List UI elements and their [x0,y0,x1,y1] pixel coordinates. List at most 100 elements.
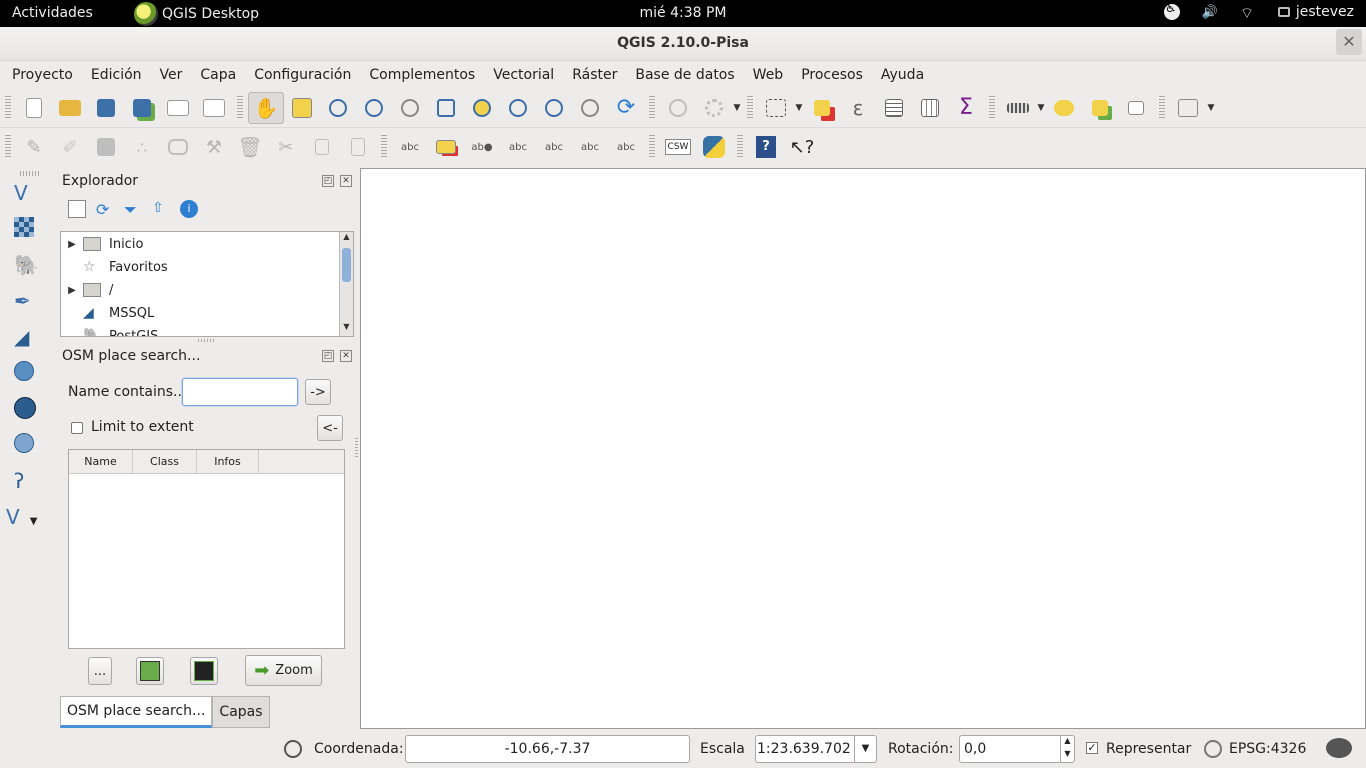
expand-icon[interactable]: ▶ [61,285,83,296]
highlight-label-button[interactable] [428,131,464,163]
menu-raster[interactable]: Ráster [563,67,626,83]
add-wfs-layer-button[interactable] [14,433,44,463]
close-panel-icon[interactable]: ✕ [340,350,352,362]
close-panel-icon[interactable]: ✕ [340,175,352,187]
rotation-spinbox[interactable]: 0,0 ▲ ▼ [959,735,1075,763]
zoom-out-button[interactable] [356,92,392,124]
chevron-down-icon[interactable]: ▼ [30,516,38,527]
run-action-dropdown-icon[interactable]: ▼ [732,103,742,113]
accessibility-icon[interactable] [1163,1,1180,20]
tab-osm-place-search[interactable]: OSM place search... [60,696,213,728]
name-contains-input[interactable] [182,378,298,406]
toolbar-grip[interactable] [649,95,655,120]
map-canvas[interactable] [360,168,1366,729]
scroll-thumb[interactable] [342,248,351,282]
field-calculator-button[interactable] [912,92,948,124]
paste-features-button[interactable] [340,131,376,163]
add-selected-layers-icon[interactable] [68,200,86,218]
whats-this-button[interactable]: ↖? [784,131,820,163]
cut-features-button[interactable]: ✂ [268,131,304,163]
tree-item-root[interactable]: ▶ / [61,279,337,301]
python-console-button[interactable] [696,131,732,163]
zoom-to-layer-button[interactable] [500,92,536,124]
label-button[interactable]: abc [392,131,428,163]
add-vector-layer-button[interactable]: V [14,181,44,211]
refresh-icon[interactable]: ⟳ [96,200,114,219]
menu-ayuda[interactable]: Ayuda [872,67,933,83]
menu-base-de-datos[interactable]: Base de datos [626,67,743,83]
crs-globe-icon[interactable] [1204,740,1222,758]
back-button[interactable]: <- [317,415,343,441]
column-name[interactable]: Name [69,450,133,473]
help-contents-button[interactable]: ? [748,131,784,163]
column-infos[interactable]: Infos [197,450,259,473]
toolbar-grip[interactable] [5,135,11,159]
zoom-button[interactable]: ➡ Zoom [245,655,322,686]
move-feature-button[interactable] [160,131,196,163]
new-bookmark-button[interactable] [1082,92,1118,124]
zoom-last-button[interactable] [536,92,572,124]
identify-button[interactable] [660,92,696,124]
deselect-button[interactable] [804,92,840,124]
expression-select-button[interactable]: ε [840,92,876,124]
render-checkbox[interactable]: ✓ [1086,742,1098,754]
zoom-to-selection-button[interactable] [464,92,500,124]
save-project-button[interactable] [88,92,124,124]
pan-button[interactable]: ✋ [248,91,284,124]
node-tool-button[interactable]: ⚒ [196,131,232,163]
new-project-button[interactable] [16,92,52,124]
menu-complementos[interactable]: Complementos [360,67,484,83]
toolbar-grip[interactable] [989,95,995,120]
add-spatialite-layer-button[interactable]: ✒ [14,289,44,319]
add-postgis-layer-button[interactable]: 🐘 [14,253,44,283]
toolbar-grip[interactable] [20,171,40,176]
clock[interactable]: mié 4:38 PM [0,5,1366,21]
zoom-full-button[interactable] [428,92,464,124]
spin-down-icon[interactable]: ▼ [1060,749,1074,762]
spin-up-icon[interactable]: ▲ [1060,736,1074,749]
toolbar-grip[interactable] [237,95,243,120]
run-action-button[interactable] [696,92,732,124]
messages-icon[interactable] [1326,738,1352,758]
add-feature-button[interactable]: ∴ [124,131,160,163]
measure-button[interactable] [1000,92,1036,124]
toolbar-grip[interactable] [381,135,387,159]
wifi-icon[interactable] [1240,4,1256,20]
tree-item-favoritos[interactable]: ☆ Favoritos [61,256,337,278]
scroll-down-icon[interactable]: ▼ [340,322,353,336]
tree-item-postgis[interactable]: 🐘 PostGIS [61,325,337,337]
annotation-dropdown-icon[interactable]: ▼ [1206,103,1216,113]
toolbar-grip[interactable] [1159,95,1165,120]
zoom-next-button[interactable] [572,92,608,124]
more-options-button[interactable]: ... [88,657,112,685]
search-go-button[interactable]: -> [305,379,331,405]
add-mssql-layer-button[interactable]: ◢ [14,325,44,355]
add-map-layer-button[interactable] [190,657,218,685]
chevron-down-icon[interactable]: ▼ [854,736,876,762]
new-shapefile-layer-button[interactable]: V ▼ [6,505,38,535]
volume-icon[interactable] [1202,4,1218,20]
refresh-button[interactable]: ⟳ [608,92,644,124]
coordinate-toggle-icon[interactable] [284,740,302,758]
measure-dropdown-icon[interactable]: ▼ [1036,103,1046,113]
add-delimited-text-button[interactable]: ʔ [14,469,44,499]
add-raster-layer-button[interactable] [14,217,44,247]
select-dropdown-icon[interactable]: ▼ [794,103,804,113]
tab-capas[interactable]: Capas [212,696,270,728]
csw-button[interactable]: CSW [660,131,696,163]
pin-label-button[interactable]: ab● [464,131,500,163]
map-tips-button[interactable] [1046,92,1082,124]
zoom-in-button[interactable] [320,92,356,124]
change-label-button[interactable]: abc [608,131,644,163]
pan-to-selection-button[interactable] [284,92,320,124]
user-menu[interactable]: jestevez [1277,4,1354,20]
toggle-editing-button[interactable]: ✐ [52,131,88,163]
add-wms-layer-button[interactable] [14,361,44,391]
toolbar-grip[interactable] [649,135,655,159]
show-bookmarks-button[interactable] [1118,92,1154,124]
scroll-up-icon[interactable]: ▲ [340,232,353,246]
panel-splitter[interactable] [198,339,216,342]
toolbar-grip[interactable] [747,95,753,120]
tree-item-mssql[interactable]: ◢ MSSQL [61,302,337,324]
statistics-button[interactable]: Σ [948,92,984,124]
